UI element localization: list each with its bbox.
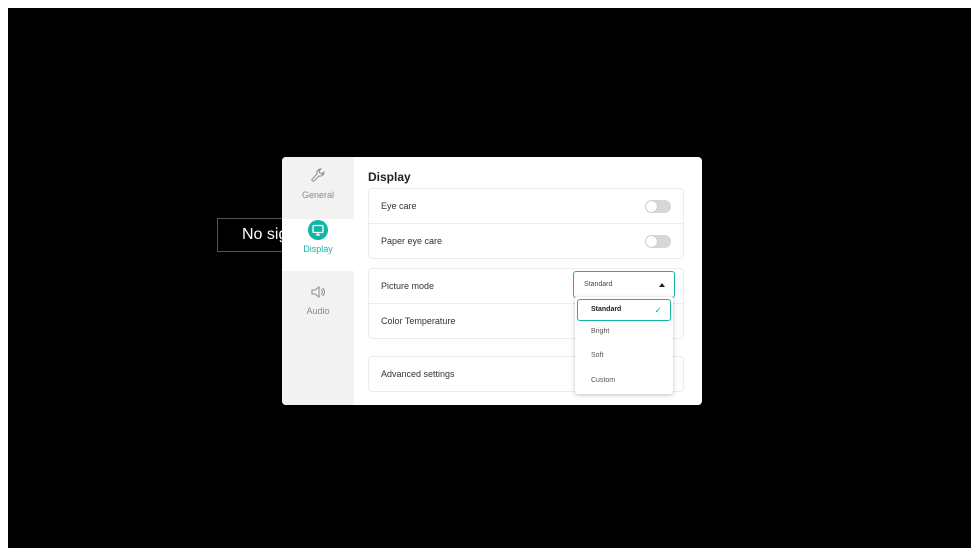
dropdown-option-custom[interactable]: Custom [577,370,671,392]
sidebar-item-audio[interactable]: Audio [282,281,354,333]
speaker-icon [282,281,354,303]
sidebar-item-display[interactable]: Display [282,219,354,271]
color-temperature-label: Color Temperature [381,316,456,326]
option-label: Bright [591,328,610,335]
paper-eye-care-label: Paper eye care [381,236,443,246]
settings-sidebar: General Display Audio [282,157,354,405]
option-label: Soft [591,352,604,359]
dropdown-option-soft[interactable]: Soft [577,345,671,367]
check-icon: ✓ [654,305,662,315]
eye-care-toggle[interactable] [645,200,671,213]
picture-mode-value: Standard [584,281,613,288]
picture-mode-select[interactable]: Standard [573,271,675,298]
sidebar-item-label: General [301,190,335,200]
wrench-icon [282,165,354,187]
option-label: Custom [591,377,616,384]
picture-mode-dropdown: Standard ✓ Bright Soft Custom [575,297,673,394]
sidebar-item-general[interactable]: General [282,165,354,217]
eye-care-card: Eye care Paper eye care [368,188,684,259]
picture-mode-label: Picture mode [381,281,435,291]
dropdown-option-bright[interactable]: Bright [577,321,671,343]
option-label: Standard [591,306,622,313]
paper-eye-care-toggle[interactable] [645,235,671,248]
dropdown-option-standard[interactable]: Standard ✓ [577,299,671,321]
caret-up-icon [659,283,665,287]
eye-care-label: Eye care [381,201,417,211]
eye-care-row[interactable]: Eye care [369,189,683,224]
sidebar-item-label: Display [303,244,333,254]
toggle-knob [646,236,657,247]
paper-eye-care-row[interactable]: Paper eye care [369,224,683,258]
page-title: Display [368,170,411,184]
advanced-settings-label: Advanced settings [381,369,455,379]
toggle-knob [646,201,657,212]
sidebar-item-label: Audio [306,306,330,316]
monitor-icon [282,219,354,241]
